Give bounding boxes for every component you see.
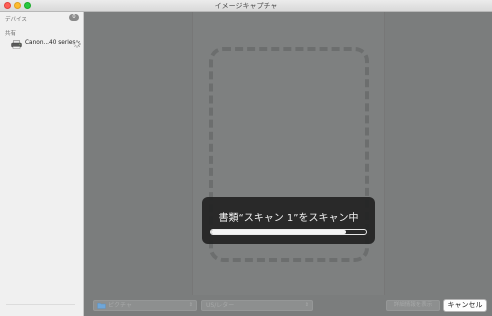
scan-preview-area: [85, 12, 492, 296]
scan-progress-fill: [211, 230, 346, 234]
device-name: Canon...40 series: [25, 40, 76, 46]
chevron-updown-icon: ⇕: [304, 302, 309, 308]
spinner-icon: [73, 40, 81, 48]
cancel-button[interactable]: キャンセル: [443, 299, 487, 312]
paper-size-popup[interactable]: US/レター ⇕: [201, 300, 313, 311]
devices-section-header: デバイス: [5, 17, 27, 23]
scan-progress-hud: 書類“スキャン 1”をスキャン中: [202, 197, 375, 244]
window-title: イメージキャプチャ: [214, 2, 278, 10]
devices-count-badge: 0: [69, 14, 79, 21]
sidebar-item-canon-scanner[interactable]: Canon...40 series: [10, 39, 82, 49]
paper-size-label: US/レター: [206, 302, 235, 309]
title-bar: イメージキャプチャ: [0, 0, 492, 12]
destination-popup[interactable]: ピクチャ ⇕: [93, 300, 197, 311]
printer-icon: [11, 40, 22, 49]
show-details-button[interactable]: 詳細情報を表示: [386, 300, 440, 311]
chevron-updown-icon: ⇕: [188, 302, 193, 308]
sidebar-divider: [6, 304, 75, 305]
shared-section-header: 共有: [5, 31, 17, 37]
sidebar: デバイス 0 共有 Canon...40 series: [0, 12, 84, 316]
folder-icon: [97, 303, 106, 309]
scan-progress-message: 書類“スキャン 1”をスキャン中: [218, 213, 359, 224]
scan-progress-bar: [210, 229, 367, 235]
destination-label: ピクチャ: [108, 302, 132, 309]
scan-page-preview: [192, 12, 385, 295]
bottom-toolbar: ピクチャ ⇕ US/レター ⇕ 詳細情報を表示 キャンセル: [85, 296, 492, 316]
